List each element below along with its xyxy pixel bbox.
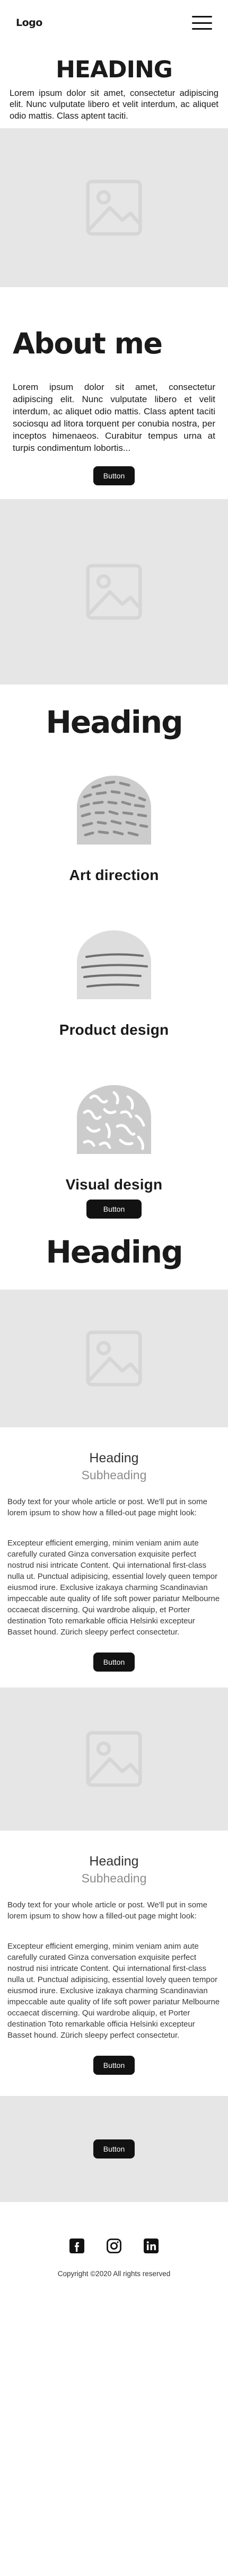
- image-placeholder: [0, 1289, 228, 1427]
- image-placeholder-icon: [86, 564, 142, 620]
- about-title: About me: [13, 327, 163, 361]
- image-placeholder: [0, 1687, 228, 1831]
- card-body-intro: Body text for your whole article or post…: [7, 1900, 207, 1921]
- card-body-intro: Body text for your whole article or post…: [7, 1497, 207, 1517]
- card-button[interactable]: Button: [93, 1652, 135, 1672]
- image-placeholder-icon: [86, 1731, 142, 1787]
- instagram-icon[interactable]: [106, 2238, 122, 2254]
- feature-visual-design: Visual design: [0, 1085, 228, 1193]
- content-card: Heading Subheading Body text for your wh…: [0, 1451, 228, 1672]
- features-button[interactable]: Button: [86, 1199, 142, 1219]
- card-body-text: Excepteur efficient emerging, minim veni…: [7, 1941, 220, 2040]
- card-button[interactable]: Button: [93, 2055, 135, 2075]
- menu-line: [192, 16, 212, 17]
- card-title: Heading: [89, 1853, 139, 1869]
- feature-art-direction: Art direction: [0, 775, 228, 884]
- product-design-shape: [77, 930, 151, 999]
- feature-label: Art direction: [69, 866, 159, 883]
- image-placeholder-icon: [86, 180, 142, 236]
- site-header: Logo: [0, 0, 228, 46]
- art-direction-shape: [77, 775, 151, 845]
- features-section: Heading Art direction Product design Vis…: [0, 707, 228, 1219]
- menu-line: [192, 28, 212, 30]
- hero-section: HEADING Lorem ipsum dolor sit amet, cons…: [0, 46, 228, 122]
- visual-design-shape: [77, 1085, 151, 1154]
- hamburger-menu-icon[interactable]: [192, 16, 212, 30]
- banner-button[interactable]: Button: [93, 2139, 135, 2158]
- hero-title: HEADING: [56, 56, 173, 83]
- card-subtitle: Subheading: [81, 1871, 147, 1885]
- about-section: About me Lorem ipsum dolor sit amet, con…: [0, 287, 228, 485]
- content-card: Heading Subheading Body text for your wh…: [0, 1854, 228, 2075]
- facebook-icon[interactable]: [69, 2238, 85, 2254]
- copyright-text: Copyright ©2020 All rights reserved: [57, 2269, 171, 2278]
- hero-text: Lorem ipsum dolor sit amet, consectetur …: [10, 88, 218, 121]
- image-placeholder: [0, 499, 228, 685]
- features-heading: Heading: [46, 704, 183, 740]
- image-placeholder: [0, 128, 228, 288]
- card-body-text: Excepteur efficient emerging, minim veni…: [7, 1538, 220, 1637]
- feature-label: Product design: [59, 1021, 169, 1038]
- site-footer: Copyright ©2020 All rights reserved: [0, 2202, 228, 2299]
- page: Logo HEADING Lorem ipsum dolor sit amet,…: [0, 0, 228, 2299]
- linkedin-icon[interactable]: [143, 2238, 159, 2254]
- about-text: Lorem ipsum dolor sit amet, consectetur …: [13, 382, 215, 453]
- feature-product-design: Product design: [0, 930, 228, 1038]
- menu-line: [192, 22, 212, 24]
- card-subtitle: Subheading: [81, 1468, 147, 1482]
- feature-label: Visual design: [65, 1176, 163, 1193]
- social-icons: [0, 2238, 228, 2254]
- logo[interactable]: Logo: [16, 17, 42, 29]
- about-button[interactable]: Button: [93, 466, 135, 485]
- section-heading: Heading: [46, 1233, 183, 1270]
- image-placeholder-icon: [86, 1330, 142, 1387]
- banner: Button: [0, 2095, 228, 2202]
- card-title: Heading: [89, 1450, 139, 1465]
